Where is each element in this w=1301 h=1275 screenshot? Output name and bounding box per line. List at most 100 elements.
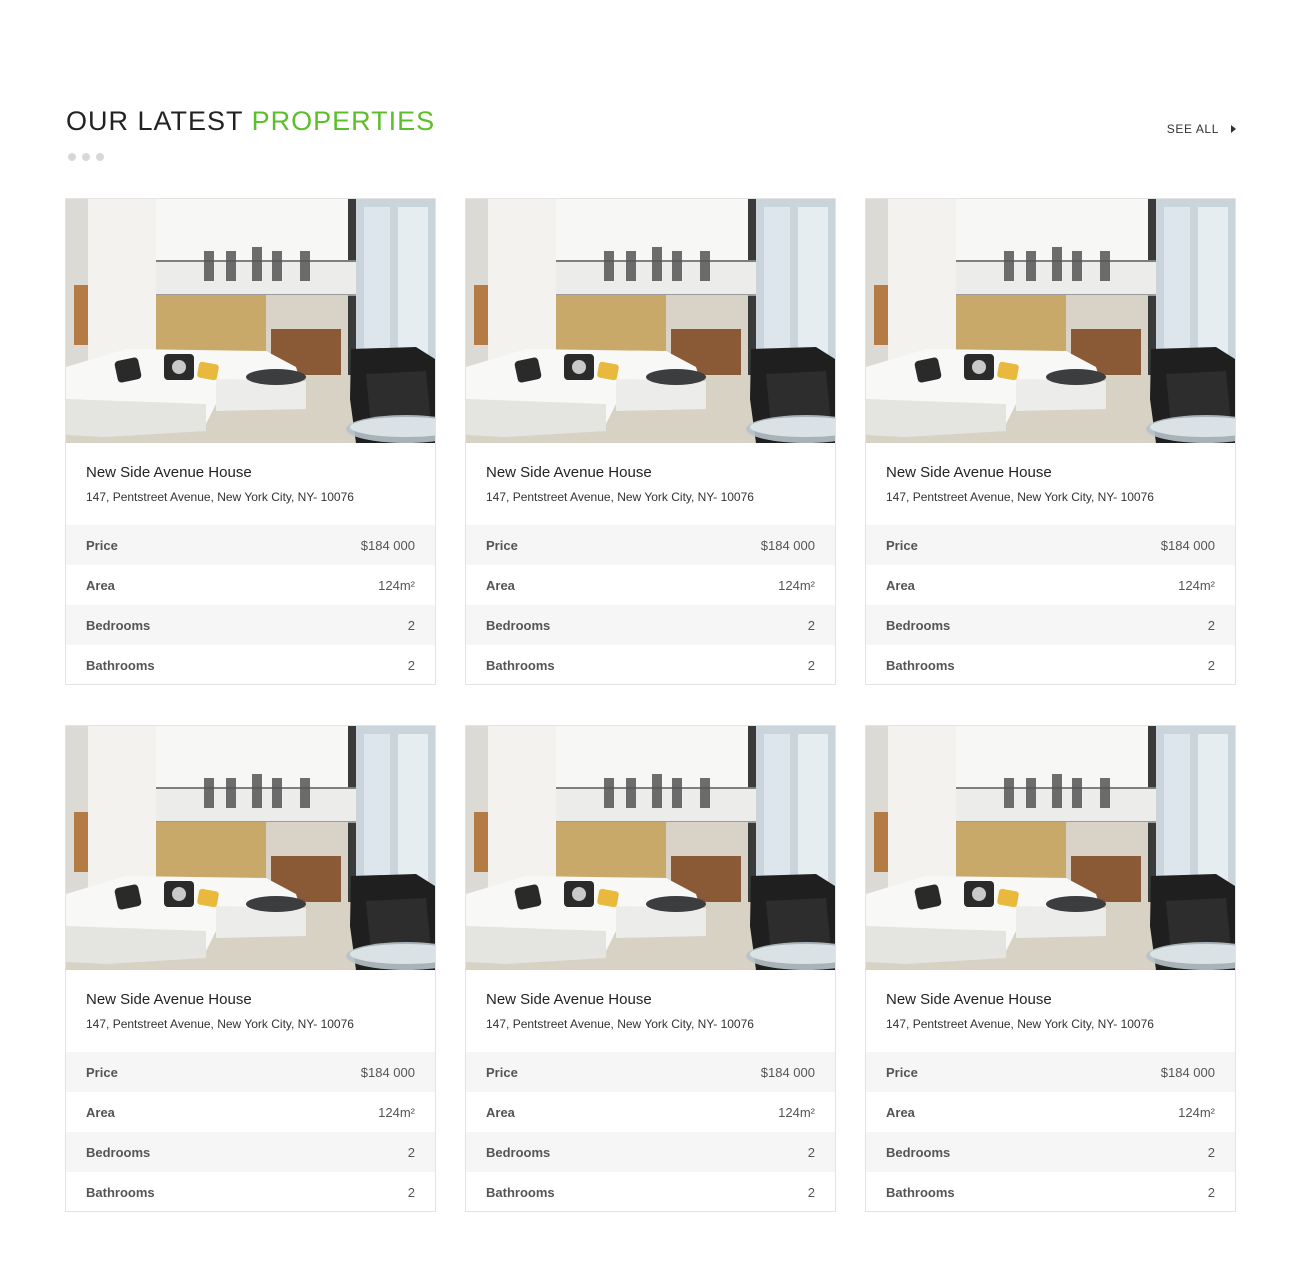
spec-row-bathrooms: Bathrooms 2 (466, 645, 835, 685)
spec-row-bathrooms: Bathrooms 2 (66, 645, 435, 685)
property-photo[interactable] (66, 726, 435, 970)
spec-value: 2 (807, 1144, 815, 1160)
title-decoration-dots (68, 153, 104, 161)
property-title[interactable]: New Side Avenue House (86, 464, 415, 482)
property-specs: Price $184 000 Area 124m² Bedrooms 2 Bathro… (66, 1052, 435, 1212)
spec-row-bathrooms: Bathrooms 2 (66, 1172, 435, 1212)
spec-value: 124m² (778, 1104, 815, 1120)
property-photo[interactable] (466, 726, 835, 970)
spec-label: Price (86, 537, 118, 553)
spec-label: Bathrooms (86, 1184, 155, 1200)
property-title[interactable]: New Side Avenue House (86, 991, 415, 1009)
spec-row-price: Price $184 000 (466, 525, 835, 565)
property-specs: Price $184 000 Area 124m² Bedrooms 2 Bathro… (866, 525, 1235, 685)
spec-row-area: Area 124m² (466, 1092, 835, 1132)
spec-value: 2 (407, 617, 415, 633)
decoration-dot (68, 153, 76, 161)
spec-label: Price (886, 537, 918, 553)
property-specs: Price $184 000 Area 124m² Bedrooms 2 Bathro… (466, 525, 835, 685)
spec-value: $184 000 (1160, 537, 1215, 553)
spec-label: Bedrooms (86, 617, 151, 633)
spec-row-bathrooms: Bathrooms 2 (866, 645, 1235, 685)
spec-value: $184 000 (760, 1064, 815, 1080)
property-specs: Price $184 000 Area 124m² Bedrooms 2 Bathro… (466, 1052, 835, 1212)
property-address: 147, Pentstreet Avenue, New York City, N… (86, 1017, 354, 1031)
spec-value: 2 (407, 657, 415, 673)
spec-label: Bedrooms (886, 617, 951, 633)
property-card[interactable]: New Side Avenue House 147, Pentstreet Av… (465, 198, 836, 685)
property-specs: Price $184 000 Area 124m² Bedrooms 2 Bathro… (866, 1052, 1235, 1212)
section-title-accent: PROPERTIES (251, 106, 436, 136)
spec-value: 124m² (378, 1104, 415, 1120)
property-info: New Side Avenue House 147, Pentstreet Av… (866, 443, 1235, 525)
property-title[interactable]: New Side Avenue House (886, 991, 1215, 1009)
spec-row-bedrooms: Bedrooms 2 (466, 1132, 835, 1172)
spec-label: Area (486, 577, 515, 593)
property-address: 147, Pentstreet Avenue, New York City, N… (86, 490, 354, 504)
spec-row-bedrooms: Bedrooms 2 (866, 605, 1235, 645)
property-card[interactable]: New Side Avenue House 147, Pentstreet Av… (865, 198, 1236, 685)
spec-row-price: Price $184 000 (66, 1052, 435, 1092)
spec-label: Area (486, 1104, 515, 1120)
property-photo[interactable] (866, 199, 1235, 443)
spec-value: 124m² (1178, 577, 1215, 593)
spec-value: $184 000 (1160, 1064, 1215, 1080)
property-info: New Side Avenue House 147, Pentstreet Av… (866, 970, 1235, 1052)
spec-row-price: Price $184 000 (866, 525, 1235, 565)
spec-value: 124m² (1178, 1104, 1215, 1120)
spec-value: 2 (1207, 657, 1215, 673)
spec-row-area: Area 124m² (66, 1092, 435, 1132)
spec-label: Bedrooms (486, 617, 551, 633)
property-title[interactable]: New Side Avenue House (486, 991, 815, 1009)
spec-label: Bedrooms (86, 1144, 151, 1160)
spec-label: Price (486, 1064, 518, 1080)
spec-row-bedrooms: Bedrooms 2 (866, 1132, 1235, 1172)
property-address: 147, Pentstreet Avenue, New York City, N… (886, 1017, 1154, 1031)
spec-label: Area (86, 1104, 115, 1120)
property-card[interactable]: New Side Avenue House 147, Pentstreet Av… (65, 725, 436, 1212)
property-photo[interactable] (466, 199, 835, 443)
spec-value: 124m² (378, 577, 415, 593)
property-grid: New Side Avenue House 147, Pentstreet Av… (65, 198, 1236, 1212)
property-photo[interactable] (66, 199, 435, 443)
spec-row-bedrooms: Bedrooms 2 (466, 605, 835, 645)
spec-label: Bathrooms (486, 657, 555, 673)
spec-value: 2 (807, 657, 815, 673)
spec-value: 2 (1207, 1184, 1215, 1200)
caret-right-icon (1231, 125, 1236, 133)
section-title-main: OUR LATEST (66, 106, 244, 136)
property-specs: Price $184 000 Area 124m² Bedrooms 2 Bathro… (66, 525, 435, 685)
property-info: New Side Avenue House 147, Pentstreet Av… (466, 443, 835, 525)
spec-label: Bathrooms (886, 1184, 955, 1200)
decoration-dot (96, 153, 104, 161)
property-address: 147, Pentstreet Avenue, New York City, N… (886, 490, 1154, 504)
property-title[interactable]: New Side Avenue House (486, 464, 815, 482)
property-photo[interactable] (866, 726, 1235, 970)
property-address: 147, Pentstreet Avenue, New York City, N… (486, 490, 754, 504)
property-card[interactable]: New Side Avenue House 147, Pentstreet Av… (865, 725, 1236, 1212)
spec-row-bathrooms: Bathrooms 2 (866, 1172, 1235, 1212)
see-all-label: SEE ALL (1166, 122, 1219, 136)
property-card[interactable]: New Side Avenue House 147, Pentstreet Av… (65, 198, 436, 685)
property-info: New Side Avenue House 147, Pentstreet Av… (66, 970, 435, 1052)
spec-label: Bedrooms (886, 1144, 951, 1160)
spec-value: 2 (807, 1184, 815, 1200)
property-card[interactable]: New Side Avenue House 147, Pentstreet Av… (465, 725, 836, 1212)
property-title[interactable]: New Side Avenue House (886, 464, 1215, 482)
spec-label: Area (886, 577, 915, 593)
property-info: New Side Avenue House 147, Pentstreet Av… (466, 970, 835, 1052)
spec-label: Bathrooms (486, 1184, 555, 1200)
spec-label: Bathrooms (886, 657, 955, 673)
spec-row-bedrooms: Bedrooms 2 (66, 605, 435, 645)
see-all-link[interactable]: SEE ALL (1167, 122, 1236, 136)
spec-value: $184 000 (360, 537, 415, 553)
spec-value: 2 (407, 1144, 415, 1160)
spec-row-bathrooms: Bathrooms 2 (466, 1172, 835, 1212)
spec-value: 2 (1207, 1144, 1215, 1160)
spec-label: Price (886, 1064, 918, 1080)
decoration-dot (82, 153, 90, 161)
spec-label: Price (486, 537, 518, 553)
spec-value: 124m² (778, 577, 815, 593)
spec-label: Bedrooms (486, 1144, 551, 1160)
spec-value: 2 (807, 617, 815, 633)
